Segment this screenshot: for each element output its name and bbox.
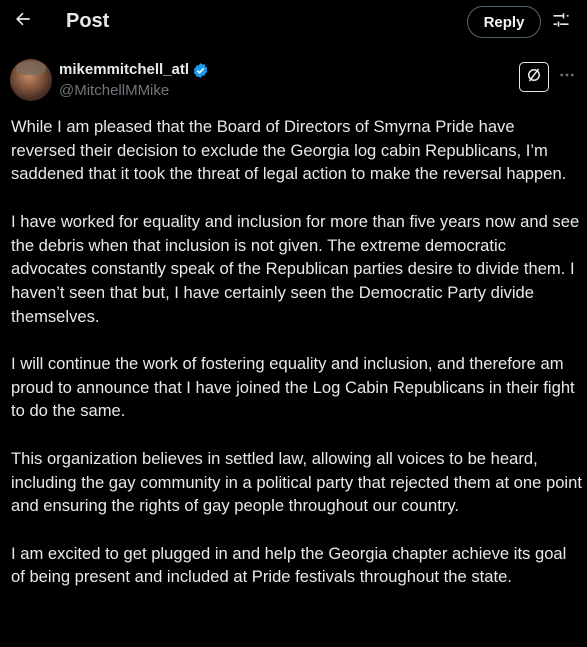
- back-button[interactable]: [6, 4, 40, 38]
- post-paragraph: I am excited to get plugged in and help …: [11, 543, 567, 587]
- post-text: While I am pleased that the Board of Dir…: [11, 115, 583, 613]
- reply-button[interactable]: Reply: [467, 6, 541, 38]
- grok-button[interactable]: [519, 62, 549, 92]
- top-bar: Post Reply: [0, 0, 587, 44]
- post-paragraph: This organization believes in settled la…: [11, 448, 582, 516]
- post-paragraph: I will continue the work of fostering eq…: [11, 354, 575, 421]
- grok-icon: [525, 66, 543, 89]
- more-icon: [558, 66, 576, 89]
- author-display-name[interactable]: mikemmitchell_atl: [59, 61, 189, 78]
- back-arrow-icon: [13, 9, 33, 34]
- sliders-icon: [551, 10, 571, 35]
- post-paragraph: I have worked for equality and inclusion…: [11, 211, 580, 326]
- more-options-button[interactable]: [556, 66, 578, 88]
- author-handle[interactable]: @MitchellMMike: [59, 82, 169, 99]
- verified-badge-icon: [192, 62, 209, 79]
- avatar[interactable]: [10, 59, 52, 101]
- filter-button[interactable]: [547, 8, 575, 36]
- post-paragraph: While I am pleased that the Board of Dir…: [11, 117, 567, 184]
- page-title: Post: [66, 10, 110, 32]
